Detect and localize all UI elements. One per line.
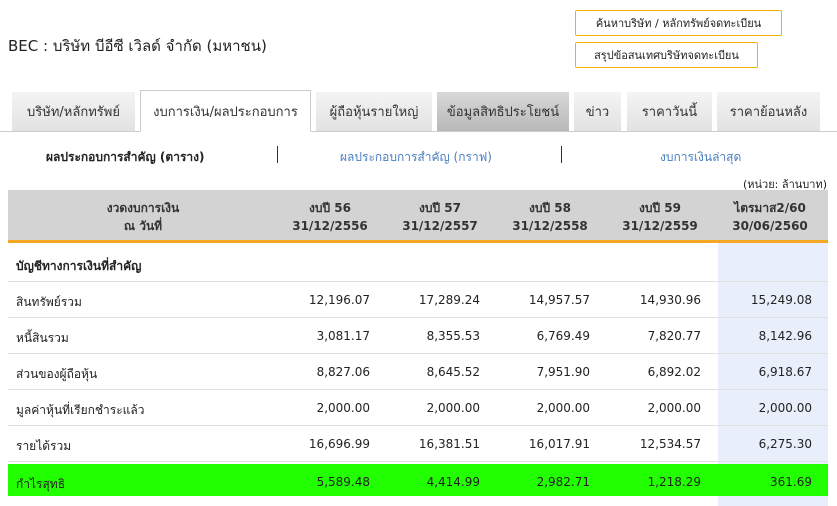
- tab-shareholders[interactable]: ผู้ถือหุ้นรายใหญ่: [316, 92, 432, 131]
- cell-value: 2,982.71: [536, 475, 590, 489]
- row-label: กำไรสุทธิ: [16, 477, 66, 491]
- tab-news[interactable]: ข่าว: [574, 92, 621, 131]
- company-title: BEC : บริษัท บีอีซี เวิลด์ จำกัด (มหาชน): [8, 37, 267, 55]
- cell-value: 16,017.91: [528, 437, 590, 451]
- tab-financials[interactable]: งบการเงิน/ผลประกอบการ: [140, 90, 311, 132]
- company-summary-button[interactable]: สรุปข้อสนเทศบริษัทจดทะเบียน: [575, 42, 758, 68]
- cell-value: 8,142.96: [758, 329, 812, 343]
- section-row: บัญชีทางการเงินที่สำคัญ: [8, 246, 828, 282]
- cell-value: 7,951.90: [536, 365, 590, 379]
- table-row: หนี้สินรวม 3,081.17 8,355.53 6,769.49 7,820.…: [8, 318, 828, 354]
- tab-company[interactable]: บริษัท/หลักทรัพย์: [12, 92, 135, 131]
- col-date: 31/12/2558: [512, 219, 588, 233]
- table-row: ส่วนของผู้ถือหุ้น 8,827.06 8,645.52 7,951.9…: [8, 354, 828, 390]
- col-header: งบปี 57: [419, 201, 461, 215]
- cell-value: 16,696.99: [308, 437, 370, 451]
- cell-value: 3,081.17: [316, 329, 370, 343]
- table-row: รายได้รวม 16,696.99 16,381.51 16,017.91 12,5…: [8, 426, 828, 462]
- col-header: งบปี 59: [639, 201, 681, 215]
- row-label: สินทรัพย์รวม: [16, 295, 82, 309]
- tab-price-history[interactable]: ราคาย้อนหลัง: [717, 92, 820, 131]
- cell-value: 6,769.49: [536, 329, 590, 343]
- cell-value: 8,645.52: [426, 365, 480, 379]
- section-label: บัญชีทางการเงินที่สำคัญ: [16, 259, 142, 273]
- cell-value: 8,827.06: [316, 365, 370, 379]
- cell-value: 1,218.29: [647, 475, 701, 489]
- header-period: งวดงบการเงิน: [106, 201, 180, 215]
- tab-price-today[interactable]: ราคาวันนี้: [627, 92, 712, 131]
- main-tabs: บริษัท/หลักทรัพย์ งบการเงิน/ผลประกอบการ …: [0, 90, 837, 132]
- table-header: งวดงบการเงินณ วันที่ งบปี 56 31/12/2556 ง…: [8, 190, 828, 243]
- cell-value: 6,892.02: [647, 365, 701, 379]
- cell-value: 4,414.99: [426, 475, 480, 489]
- cell-value: 12,534.57: [639, 437, 701, 451]
- cell-value: 16,381.51: [418, 437, 480, 451]
- search-company-button[interactable]: ค้นหาบริษัท / หลักทรัพย์จดทะเบียน: [575, 10, 782, 36]
- cell-value: 2,000.00: [758, 401, 812, 415]
- cell-value: 12,196.07: [308, 293, 370, 307]
- table-row: กำไรสุทธิ 5,589.48 4,414.99 2,982.71 1,218.2…: [8, 464, 828, 496]
- col-header: งบปี 56: [309, 201, 351, 215]
- subtab-table[interactable]: ผลประกอบการสำคัญ (ตาราง): [46, 148, 204, 167]
- cell-value: 6,275.30: [758, 437, 812, 451]
- cell-value: 17,289.24: [418, 293, 480, 307]
- table-row: สินทรัพย์รวม 12,196.07 17,289.24 14,957.57 1…: [8, 282, 828, 318]
- row-label: หนี้สินรวม: [16, 331, 69, 345]
- cell-value: 361.69: [770, 475, 812, 489]
- cell-value: 7,820.77: [647, 329, 701, 343]
- col-date: 30/06/2560: [732, 219, 808, 233]
- col-date: 31/12/2556: [292, 219, 368, 233]
- cell-value: 2,000.00: [316, 401, 370, 415]
- tab-rights[interactable]: ข้อมูลสิทธิประโยชน์: [437, 92, 569, 131]
- cell-value: 15,249.08: [750, 293, 812, 307]
- cell-value: 14,930.96: [639, 293, 701, 307]
- divider: [561, 146, 562, 163]
- cell-value: 14,957.57: [528, 293, 590, 307]
- row-label: ส่วนของผู้ถือหุ้น: [16, 367, 98, 381]
- cell-value: 6,918.67: [758, 365, 812, 379]
- divider: [277, 146, 278, 163]
- table-row: มูลค่าหุ้นที่เรียกชำระแล้ว 2,000.00 2,000.…: [8, 390, 828, 426]
- cell-value: 2,000.00: [536, 401, 590, 415]
- row-label: รายได้รวม: [16, 439, 72, 453]
- subtab-latest[interactable]: งบการเงินล่าสุด: [660, 148, 741, 167]
- col-date: 31/12/2557: [402, 219, 478, 233]
- row-label: มูลค่าหุ้นที่เรียกชำระแล้ว: [16, 403, 145, 417]
- cell-value: 5,589.48: [316, 475, 370, 489]
- cell-value: 8,355.53: [426, 329, 480, 343]
- col-header: งบปี 58: [529, 201, 571, 215]
- cell-value: 2,000.00: [426, 401, 480, 415]
- header-date: ณ วันที่: [123, 219, 163, 233]
- col-header: ไตรมาส2/60: [734, 201, 806, 215]
- cell-value: 2,000.00: [647, 401, 701, 415]
- col-date: 31/12/2559: [622, 219, 698, 233]
- subtab-graph[interactable]: ผลประกอบการสำคัญ (กราฟ): [340, 148, 492, 167]
